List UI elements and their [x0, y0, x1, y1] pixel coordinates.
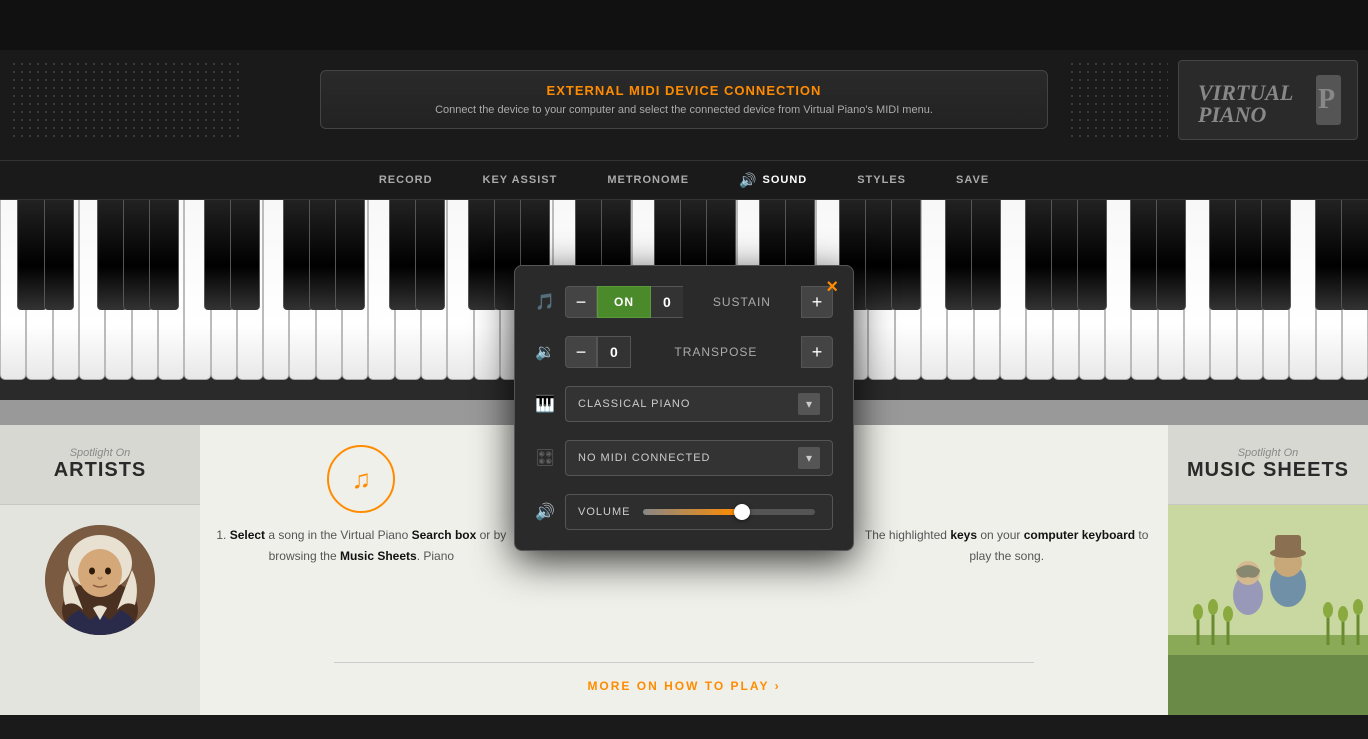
transpose-icon: 🔉 [535, 342, 555, 362]
transpose-row: 🔉 − 0 TRANSPOSE + [535, 336, 833, 368]
transpose-controls: − 0 TRANSPOSE + [565, 336, 833, 368]
instrument-icon: 🎹 [535, 394, 555, 414]
nav-item-record[interactable]: RECORD [374, 164, 438, 196]
instrument-dropdown[interactable]: CLASSICAL PIANO ▾ [565, 386, 833, 422]
nav-item-save[interactable]: SAVE [951, 164, 994, 196]
artists-spotlight-label: Spotlight On [12, 447, 188, 459]
nav-bar: RECORD KEY ASSIST METRONOME 🔊 SOUND STYL… [0, 160, 1368, 200]
instruction-step-3-text: The highlighted keys on your computer ke… [855, 525, 1158, 567]
sound-icon: 🔊 [739, 172, 757, 189]
artists-spotlight-title: ARTISTS [12, 459, 188, 482]
sustain-controls: − ON 0 SUSTAIN + [565, 286, 833, 318]
midi-row: 🎛 NO MIDI CONNECTED ▾ [535, 440, 833, 476]
white-key[interactable] [1289, 200, 1315, 380]
volume-icon: 🔊 [535, 502, 555, 522]
midi-icon: 🎛 [535, 448, 555, 468]
sustain-row: 🎵 − ON 0 SUSTAIN + [535, 286, 833, 318]
transpose-minus-button[interactable]: − [565, 336, 597, 368]
transpose-label: TRANSPOSE [631, 345, 801, 359]
white-key[interactable] [921, 200, 947, 380]
artists-spotlight-card: Spotlight On ARTISTS [0, 425, 200, 715]
artists-card-image[interactable] [0, 505, 200, 655]
midi-dropdown[interactable]: NO MIDI CONNECTED ▾ [565, 440, 833, 476]
volume-control: VOLUME [565, 494, 833, 530]
dot-pattern-left [10, 60, 240, 140]
black-key[interactable] [1261, 200, 1291, 310]
close-button[interactable]: × [826, 276, 838, 299]
music-sheets-image[interactable] [1168, 505, 1368, 715]
midi-banner-text: Connect the device to your computer and … [341, 104, 1027, 116]
sustain-icon: 🎵 [535, 292, 555, 312]
black-key[interactable] [1156, 200, 1186, 310]
black-key[interactable] [415, 200, 445, 310]
black-key[interactable] [971, 200, 1001, 310]
svg-text:P: P [1318, 84, 1335, 115]
sustain-minus-button[interactable]: − [565, 286, 597, 318]
black-key[interactable] [230, 200, 260, 310]
select-bold: Select [230, 528, 265, 542]
black-key[interactable] [1341, 200, 1368, 310]
search-box-bold: Search box [412, 528, 477, 542]
sustain-on-button[interactable]: ON [597, 286, 651, 318]
music-note-icon: ♫ [352, 464, 372, 495]
nav-item-metronome[interactable]: METRONOME [602, 164, 694, 196]
transpose-value: 0 [597, 336, 631, 368]
music-sheets-spotlight-title: MUSIC SHEETS [1180, 459, 1356, 482]
black-key[interactable] [149, 200, 179, 310]
nav-item-sound[interactable]: 🔊 SOUND [734, 162, 812, 199]
music-note-icon-circle: ♫ [327, 445, 395, 513]
instrument-arrow-icon: ▾ [798, 393, 820, 415]
artists-card-header: Spotlight On ARTISTS [0, 425, 200, 505]
transpose-plus-button[interactable]: + [801, 336, 833, 368]
sound-panel: × 🎵 − ON 0 SUSTAIN + 🔉 − 0 TRANSPOSE [514, 265, 854, 551]
volume-thumb[interactable] [734, 504, 750, 520]
dot-pattern-right [1068, 60, 1168, 140]
instrument-value: CLASSICAL PIANO [578, 398, 690, 410]
logo-area: VIRTUAL PIANO P [1178, 60, 1358, 140]
sustain-label: SUSTAIN [683, 295, 801, 309]
black-key[interactable] [891, 200, 921, 310]
music-sheets-bold: Music Sheets [340, 549, 417, 563]
midi-value: NO MIDI CONNECTED [578, 452, 711, 464]
black-key[interactable] [1077, 200, 1107, 310]
midi-arrow-icon: ▾ [798, 447, 820, 469]
music-sheets-spotlight-label: Spotlight On [1180, 447, 1356, 459]
more-link-container: MORE ON HOW TO PLAY › [334, 662, 1034, 695]
top-bar [0, 0, 1368, 50]
nav-item-key-assist[interactable]: KEY ASSIST [478, 164, 563, 196]
white-key[interactable] [1184, 200, 1210, 380]
music-sheets-spotlight-card: Spotlight On MUSIC SHEETS [1168, 425, 1368, 715]
volume-label: VOLUME [578, 506, 630, 518]
artist-portrait [45, 525, 155, 635]
midi-banner-title: EXTERNAL MIDI DEVICE CONNECTION [341, 83, 1027, 98]
volume-fill [643, 509, 737, 515]
instrument-row: 🎹 CLASSICAL PIANO ▾ [535, 386, 833, 422]
volume-row: 🔊 VOLUME [535, 494, 833, 530]
sustain-value: 0 [651, 286, 683, 318]
nav-item-styles[interactable]: STYLES [852, 164, 911, 196]
computer-keyboard-bold: computer keyboard [1024, 528, 1135, 542]
white-key[interactable] [1105, 200, 1131, 380]
midi-banner: EXTERNAL MIDI DEVICE CONNECTION Connect … [320, 70, 1048, 129]
black-key[interactable] [44, 200, 74, 310]
instruction-step-1-text: 1. Select a song in the Virtual Piano Se… [210, 525, 513, 567]
more-link[interactable]: MORE ON HOW TO PLAY › [587, 679, 780, 693]
keys-bold-3: keys [950, 528, 977, 542]
top-section: EXTERNAL MIDI DEVICE CONNECTION Connect … [0, 50, 1368, 160]
black-key[interactable] [335, 200, 365, 310]
white-key[interactable] [1000, 200, 1026, 380]
music-sheets-card-header: Spotlight On MUSIC SHEETS [1168, 425, 1368, 505]
volume-slider[interactable] [643, 509, 815, 515]
svg-text:PIANO: PIANO [1197, 102, 1267, 127]
black-key[interactable] [17, 200, 47, 310]
